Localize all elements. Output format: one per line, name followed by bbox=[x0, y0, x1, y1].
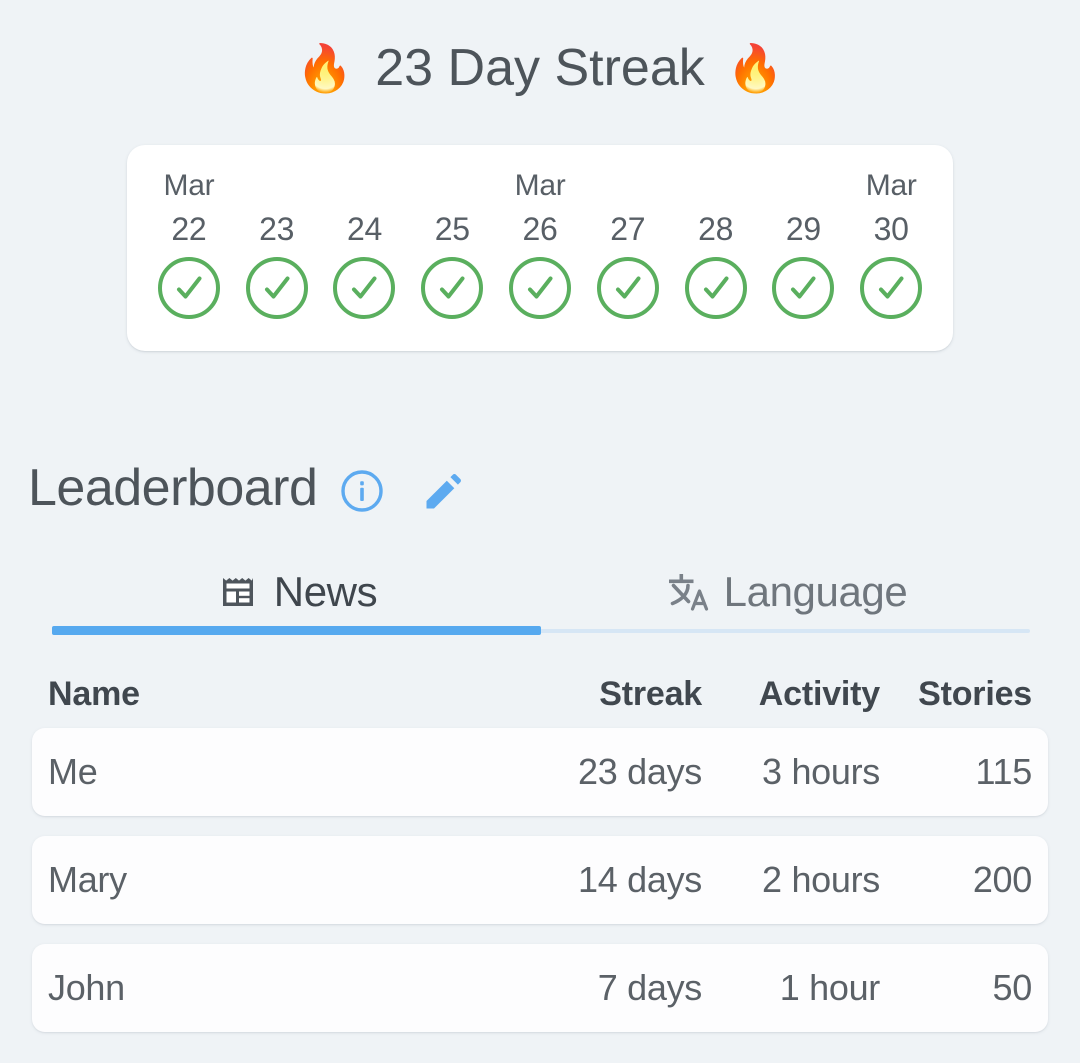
cell-stories: 200 bbox=[972, 859, 1032, 900]
tab-label: News bbox=[273, 568, 378, 615]
cell-name: Mary bbox=[48, 859, 127, 900]
cell-streak: 23 days bbox=[578, 751, 702, 792]
table-row[interactable]: Mary 14 days 2 hours 200 bbox=[32, 836, 1048, 924]
tabs-active-indicator bbox=[52, 626, 541, 635]
cell-name: Me bbox=[48, 751, 98, 792]
calendar-day[interactable]: Mar29 bbox=[759, 167, 847, 331]
cell-activity: 3 hours bbox=[762, 751, 880, 792]
check-circle-icon bbox=[684, 257, 747, 319]
cell-activity: 2 hours bbox=[762, 859, 880, 900]
calendar-day-number: 24 bbox=[346, 211, 382, 247]
check-circle-icon bbox=[157, 257, 220, 319]
calendar-day-number: 23 bbox=[259, 211, 295, 247]
cell-streak: 7 days bbox=[597, 967, 703, 1008]
calendar-day-number: 28 bbox=[698, 211, 734, 247]
newspaper-icon bbox=[216, 570, 260, 614]
tab-label: Language bbox=[723, 568, 908, 615]
cell-name: John bbox=[48, 967, 125, 1008]
column-header-name: Name bbox=[48, 674, 140, 713]
calendar-day[interactable]: Mar 22 bbox=[145, 167, 233, 331]
tab-news[interactable]: News bbox=[52, 558, 541, 626]
leaderboard-table: Name Streak Activity Stories Me 23 days 3 … bbox=[32, 660, 1048, 1052]
translate-icon bbox=[664, 570, 710, 614]
table-row[interactable]: John 7 days 1 hour 50 bbox=[32, 944, 1048, 1032]
tabs-underline bbox=[52, 626, 1030, 636]
cell-streak: 14 days bbox=[578, 859, 702, 900]
cell-stories: 50 bbox=[992, 967, 1033, 1008]
check-circle-icon bbox=[860, 257, 923, 319]
column-header-activity: Activity bbox=[758, 674, 880, 713]
fire-emoji-right: 🔥 bbox=[726, 42, 785, 94]
leaderboard-header: Leaderboard bbox=[28, 452, 465, 524]
calendar-day[interactable]: Mar 26 bbox=[496, 167, 584, 331]
cell-stories: 115 bbox=[975, 751, 1033, 792]
leaderboard-tabs: News Language bbox=[52, 558, 1030, 638]
calendar-month-label: Mar bbox=[163, 169, 215, 202]
calendar-day-number: 25 bbox=[434, 211, 470, 247]
calendar-month-label: Mar bbox=[514, 169, 566, 202]
tab-language[interactable]: Language bbox=[541, 558, 1030, 626]
table-header-row: Name Streak Activity Stories bbox=[32, 660, 1048, 728]
check-circle-icon bbox=[596, 257, 659, 319]
calendar-month-label: Mar bbox=[865, 169, 917, 202]
column-header-streak: Streak bbox=[599, 674, 702, 713]
check-circle-icon bbox=[245, 257, 308, 319]
cell-activity: 1 hour bbox=[779, 967, 881, 1008]
info-circle-icon[interactable] bbox=[339, 468, 385, 514]
page-title: Leaderboard bbox=[28, 459, 318, 517]
calendar-day[interactable]: Mar24 bbox=[321, 167, 409, 331]
fire-emoji-left: 🔥 bbox=[295, 42, 354, 94]
pencil-icon[interactable] bbox=[419, 468, 465, 514]
calendar-day-number: 30 bbox=[873, 211, 909, 247]
streak-calendar-card: Mar22Mar23Mar24Mar25Mar26Mar27Mar28Mar29… bbox=[127, 145, 953, 351]
calendar-day[interactable]: Mar27 bbox=[584, 167, 672, 331]
check-circle-icon bbox=[772, 257, 835, 319]
table-row[interactable]: Me 23 days 3 hours 115 bbox=[32, 728, 1048, 816]
calendar-day[interactable]: Mar 30 bbox=[847, 167, 935, 331]
check-circle-icon bbox=[509, 257, 572, 319]
calendar-day-number: 29 bbox=[785, 211, 821, 247]
calendar-day-number: 27 bbox=[610, 211, 646, 247]
calendar-day[interactable]: Mar23 bbox=[233, 167, 321, 331]
calendar-day-number: 26 bbox=[522, 211, 558, 247]
column-header-stories: Stories bbox=[918, 674, 1032, 713]
check-circle-icon bbox=[333, 257, 396, 319]
calendar-day[interactable]: Mar25 bbox=[408, 167, 496, 331]
calendar-day[interactable]: Mar28 bbox=[672, 167, 760, 331]
calendar-day-number: 22 bbox=[171, 211, 207, 247]
streak-header: 🔥 23 Day Streak 🔥 bbox=[0, 0, 1080, 98]
streak-title-text: 23 Day Streak bbox=[375, 39, 705, 97]
check-circle-icon bbox=[421, 257, 484, 319]
